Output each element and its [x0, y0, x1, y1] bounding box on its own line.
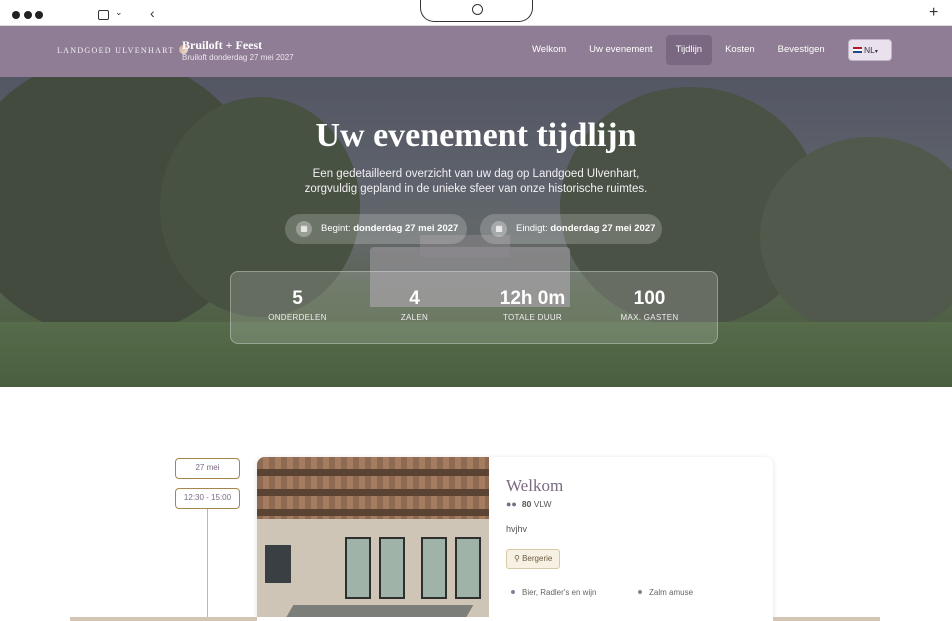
stat-value: 5 — [292, 288, 303, 309]
window-control-dot[interactable] — [35, 11, 43, 19]
photo-window — [421, 537, 447, 599]
start-label: Begint: — [321, 223, 351, 234]
stat-value: 12h 0m — [499, 288, 566, 309]
hero-description: Een gedetailleerd overzicht van uw dag o… — [304, 168, 648, 195]
nav-item-uw-evenement[interactable]: Uw evenement — [579, 35, 662, 65]
photo-window — [345, 537, 371, 599]
guest-count-type: VLW — [533, 499, 552, 509]
guest-count: ●● 80 VLW — [506, 499, 552, 509]
main-nav: Welkom Uw evenement Tijdlijn Kosten Beve… — [522, 35, 838, 65]
stat-label: TOTALE DUUR — [502, 313, 562, 322]
photo-window — [379, 537, 405, 599]
room-badge: ⚲ Bergerie — [506, 549, 561, 569]
end-label: Eindigt: — [516, 223, 548, 234]
photo-window — [455, 537, 481, 599]
menu-item-label: Zalm amuse — [649, 588, 694, 597]
browser-toolbar: ⌄ ‹ + — [0, 0, 952, 26]
event-subtitle: Bruiloft donderdag 27 mei 2027 — [182, 53, 294, 62]
event-title: Bruiloft + Feest — [182, 38, 263, 52]
end-value: donderdag 27 mei 2027 — [550, 223, 656, 234]
camera-icon — [472, 4, 483, 15]
hero-section: Uw evenement tijdlijn Een gedetailleerd … — [0, 77, 952, 387]
menu-item: Bier, Radler's en wijn — [511, 588, 596, 597]
stat-label: ZALEN — [400, 313, 429, 322]
window-control-dot[interactable] — [12, 11, 20, 19]
timeline-line — [207, 508, 208, 621]
timeline-time-tag: 12:30 - 15:00 — [175, 488, 240, 509]
photo-screen — [265, 545, 291, 583]
back-arrow-icon[interactable]: ‹ — [150, 5, 155, 21]
stat-totale-duur: 12h 0m TOTALE DUUR — [474, 288, 591, 322]
nav-item-kosten[interactable]: Kosten — [715, 35, 765, 65]
nav-item-welkom[interactable]: Welkom — [522, 35, 576, 65]
photo-beam — [257, 469, 489, 476]
photo-beam — [257, 509, 489, 516]
new-tab-plus-icon[interactable]: + — [929, 4, 938, 22]
stat-value: 4 — [409, 288, 420, 309]
menu-item: Zalm amuse — [638, 588, 693, 597]
nav-item-bevestigen[interactable]: Bevestigen — [768, 35, 835, 65]
tabs-icon[interactable] — [98, 10, 109, 20]
calendar-icon: ▦ — [296, 221, 312, 237]
bullet-icon — [511, 590, 515, 594]
venue-photo — [257, 457, 489, 621]
language-select[interactable]: NL▾ — [848, 39, 892, 61]
hero-title: Uw evenement tijdlijn — [315, 117, 637, 154]
calendar-icon: ▦ — [491, 221, 507, 237]
start-value: donderdag 27 mei 2027 — [353, 223, 459, 234]
people-icon: ●● — [506, 499, 517, 509]
nav-item-tijdlijn[interactable]: Tijdlijn — [665, 35, 713, 65]
guest-count-value: 80 — [521, 499, 532, 509]
stat-label: MAX. GASTEN — [620, 313, 679, 322]
menu-item-label: Bier, Radler's en wijn — [522, 588, 597, 597]
site-header: LANDGOED ULVENHART Bruiloft + Feest Brui… — [0, 26, 952, 77]
timeline-date-tag: 27 mei — [175, 458, 240, 479]
window-control-dot[interactable] — [24, 11, 32, 19]
logo-text: LANDGOED ULVENHART — [57, 46, 175, 55]
room-label: Bergerie — [522, 554, 553, 563]
browser-window: ⌄ ‹ + LANDGOED ULVENHART Bruiloft + Fees… — [0, 0, 952, 621]
bullet-icon — [638, 590, 642, 594]
next-section-peek — [0, 617, 952, 621]
end-date-pill: ▦ Eindigt: donderdag 27 mei 2027 — [480, 214, 662, 244]
logo[interactable]: LANDGOED ULVENHART — [57, 45, 188, 55]
stat-zalen: 4 ZALEN — [356, 288, 473, 322]
chevron-down-icon: ▾ — [874, 49, 878, 55]
event-part-title: Welkom — [506, 476, 564, 495]
map-pin-icon: ⚲ — [514, 554, 520, 563]
stat-label: ONDERDELEN — [268, 313, 327, 322]
device-notch — [420, 0, 533, 22]
timeline-event-card[interactable]: Welkom ●● 80 VLW hvjhv ⚲ Bergerie Bier, R… — [257, 457, 773, 621]
dutch-flag-icon — [853, 47, 862, 53]
stat-max-gasten: 100 MAX. GASTEN — [591, 288, 708, 322]
photo-beam — [257, 489, 489, 496]
stat-onderdelen: 5 ONDERDELEN — [239, 288, 356, 322]
chevron-down-icon[interactable]: ⌄ — [115, 7, 123, 18]
start-date-pill: ▦ Begint: donderdag 27 mei 2027 — [285, 214, 467, 244]
event-part-description: hvjhv — [506, 524, 528, 534]
event-stats-panel: 5 ONDERDELEN 4 ZALEN 12h 0m TOTALE DUUR … — [230, 271, 718, 344]
stat-value: 100 — [633, 288, 666, 309]
language-label: NL — [864, 45, 875, 55]
